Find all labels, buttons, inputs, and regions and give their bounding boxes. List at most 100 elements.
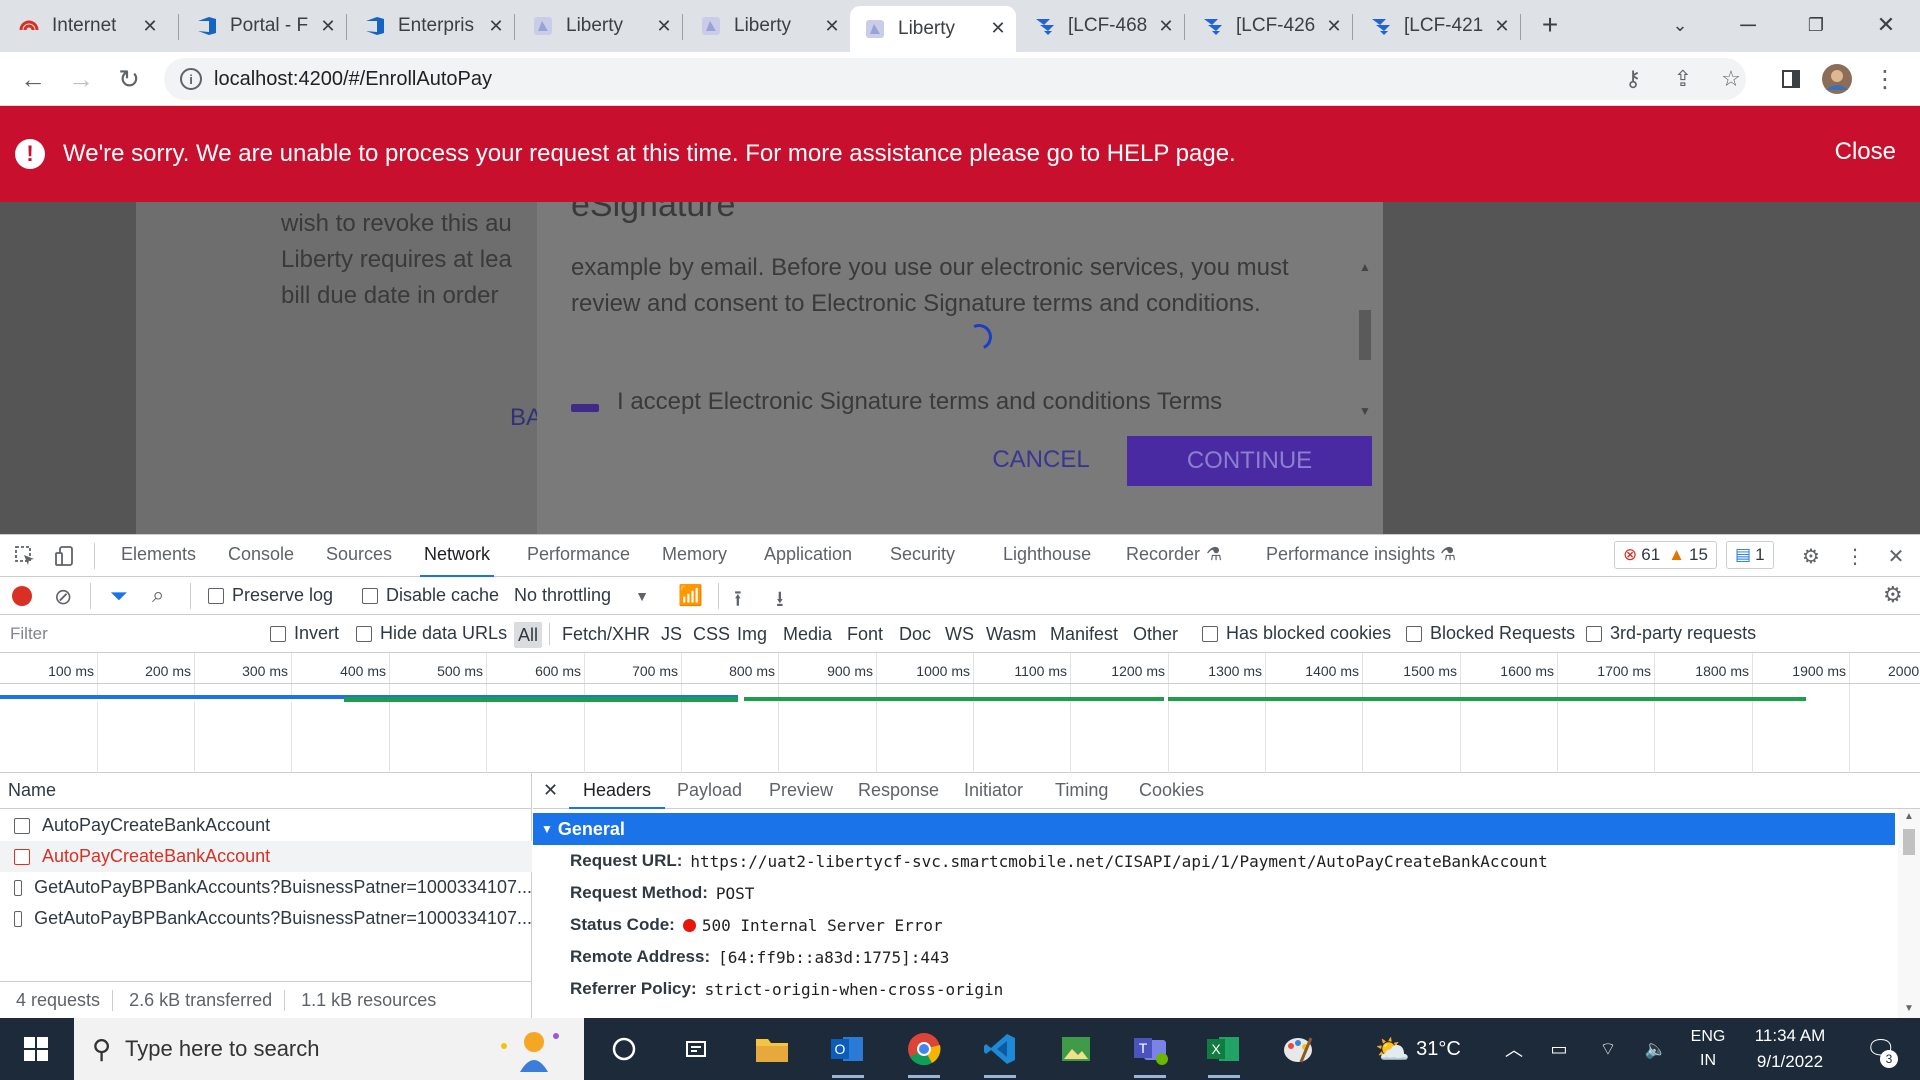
filter-type-wasm[interactable]: Wasm (986, 624, 1036, 645)
close-icon[interactable]: ✕ (1490, 14, 1514, 38)
terms-checkbox-row[interactable]: I accept Electronic Signature terms and … (571, 388, 1222, 416)
disable-cache-checkbox[interactable]: Disable cache (362, 585, 499, 606)
restore-button[interactable]: ❐ (1796, 10, 1836, 40)
outlook-icon[interactable]: O (820, 1026, 876, 1078)
devtools-tab-application[interactable]: Application (764, 544, 852, 565)
browser-tab[interactable]: [LCF-468 ✕ (1034, 6, 1184, 46)
cancel-button[interactable]: CANCEL (941, 436, 1141, 484)
address-bar[interactable]: i localhost:4200/#/EnrollAutoPay (164, 58, 1746, 100)
filter-type-font[interactable]: Font (847, 624, 883, 645)
filter-type-all[interactable]: All (514, 622, 543, 648)
devtools-close-icon[interactable]: ✕ (1883, 543, 1909, 569)
tab-headers[interactable]: Headers (568, 780, 666, 809)
general-section-header[interactable]: ▼ General (533, 813, 1895, 845)
browser-tab[interactable]: Liberty ✕ (532, 6, 682, 46)
close-icon[interactable]: ✕ (652, 14, 676, 38)
notification-center-button[interactable]: 🗨 3 (1856, 1018, 1906, 1080)
tab-search-chevron-icon[interactable]: ⌄ (1660, 10, 1700, 40)
show-hidden-icons-chevron-icon[interactable]: ︿ (1500, 1018, 1528, 1080)
blocked-requests-checkbox[interactable]: Blocked Requests (1406, 623, 1575, 644)
close-icon[interactable]: ✕ (1322, 14, 1346, 38)
checkbox[interactable] (362, 587, 378, 604)
language-indicator[interactable]: ENG IN (1686, 1018, 1730, 1080)
browser-tab[interactable]: Portal - F ✕ (196, 6, 346, 46)
more-menu-icon[interactable]: ⋮ (1870, 64, 1900, 94)
filter-icon[interactable]: ⏷ (110, 583, 128, 609)
tab-timing[interactable]: Timing (1055, 780, 1108, 801)
share-icon[interactable]: ⇪ (1668, 64, 1698, 94)
scroll-up-arrow-icon[interactable]: ▲ (1359, 260, 1371, 274)
teams-icon[interactable]: T (1122, 1026, 1178, 1078)
device-toolbar-icon[interactable] (52, 543, 78, 569)
clear-icon[interactable]: ⊘ (54, 584, 72, 610)
tab-initiator[interactable]: Initiator (964, 780, 1023, 801)
filter-type-ws[interactable]: WS (945, 624, 974, 645)
scrollbar-thumb[interactable] (1359, 310, 1371, 360)
scroll-down-arrow-icon[interactable]: ▼ (1359, 404, 1371, 418)
table-row[interactable]: GetAutoPayBPBankAccounts?BuisnessPatner=… (0, 903, 532, 934)
site-info-icon[interactable]: i (180, 68, 202, 90)
has-blocked-cookies-checkbox[interactable]: Has blocked cookies (1202, 623, 1391, 644)
hide-data-urls-checkbox[interactable]: Hide data URLs (356, 623, 507, 644)
forward-button[interactable]: → (64, 62, 98, 96)
taskbar-search-box[interactable]: ⚲ Type here to search (74, 1018, 584, 1080)
minimize-button[interactable]: ─ (1728, 10, 1768, 40)
browser-tab[interactable]: [LCF-426 ✕ (1202, 6, 1352, 46)
start-button[interactable] (0, 1018, 72, 1080)
close-icon[interactable]: ✕ (820, 14, 844, 38)
widgets-icon[interactable] (668, 1026, 724, 1072)
scroll-up-arrow-icon[interactable]: ▲ (1904, 811, 1914, 822)
devtools-tab-lighthouse[interactable]: Lighthouse (1003, 544, 1091, 565)
close-icon[interactable]: ✕ (484, 14, 508, 38)
tab-response[interactable]: Response (858, 780, 939, 801)
devtools-tab-performance-insights[interactable]: Performance insights (1266, 544, 1435, 565)
chrome-icon[interactable] (896, 1026, 952, 1078)
close-icon[interactable]: ✕ (986, 16, 1010, 40)
scrollbar-thumb[interactable] (1903, 829, 1915, 855)
task-view-icon[interactable] (596, 1026, 652, 1072)
close-icon[interactable]: ✕ (1154, 14, 1178, 38)
devtools-tab-network[interactable]: Network (419, 544, 495, 577)
search-icon[interactable]: ⌕ (152, 582, 164, 608)
network-conditions-icon[interactable]: 📶 (678, 583, 703, 608)
avatar[interactable] (1822, 64, 1852, 94)
filter-type-media[interactable]: Media (783, 624, 832, 645)
devtools-tab-sources[interactable]: Sources (326, 544, 392, 565)
messages-counter[interactable]: ▤ 1 (1726, 541, 1774, 569)
close-icon[interactable]: ✕ (138, 14, 162, 38)
bookmark-star-icon[interactable]: ☆ (1716, 64, 1746, 94)
window-close-button[interactable]: ✕ (1866, 10, 1906, 40)
network-overview-timeline[interactable]: 100 ms 200 ms 300 ms 400 ms 500 ms 600 m… (0, 653, 1920, 773)
excel-icon[interactable]: X (1196, 1026, 1252, 1078)
filter-type-css[interactable]: CSS (693, 624, 730, 645)
checkbox[interactable] (270, 625, 286, 642)
browser-tab-active[interactable]: Liberty ✕ (850, 6, 1016, 52)
checkbox[interactable] (1406, 625, 1422, 642)
filter-type-manifest[interactable]: Manifest (1050, 624, 1118, 645)
tab-cookies[interactable]: Cookies (1139, 780, 1204, 801)
table-row[interactable]: GetAutoPayBPBankAccounts?BuisnessPatner=… (0, 872, 532, 903)
browser-tab[interactable]: Enterpris ✕ (364, 6, 514, 46)
continue-button[interactable]: CONTINUE (1127, 436, 1372, 486)
browser-tab[interactable]: Internet ✕ (18, 6, 168, 46)
checkbox[interactable] (356, 625, 372, 642)
table-row-selected[interactable]: AutoPayCreateBankAccount (0, 841, 532, 872)
scroll-down-arrow-icon[interactable]: ▼ (1904, 1003, 1914, 1014)
devtools-tab-performance[interactable]: Performance (527, 544, 630, 565)
devtools-tab-security[interactable]: Security (890, 544, 955, 565)
devtools-tab-memory[interactable]: Memory (662, 544, 727, 565)
tab-payload[interactable]: Payload (677, 780, 742, 801)
side-panel-icon[interactable] (1776, 64, 1806, 94)
close-detail-icon[interactable]: ✕ (543, 780, 558, 801)
volume-icon[interactable]: 🔈 (1642, 1018, 1670, 1080)
modal-scrollbar[interactable]: ▲ ▼ (1355, 260, 1375, 420)
new-tab-button[interactable]: + (1530, 9, 1570, 40)
settings-gear-icon[interactable]: ⚙ (1798, 543, 1824, 569)
wifi-icon[interactable]: ⌔ (1594, 1018, 1622, 1080)
invert-checkbox[interactable]: Invert (270, 623, 339, 644)
devtools-tab-recorder[interactable]: Recorder (1126, 544, 1200, 565)
devtools-tab-console[interactable]: Console (228, 544, 294, 565)
column-header-name[interactable]: Name (0, 773, 532, 809)
network-settings-gear-icon[interactable]: ⚙ (1883, 582, 1903, 608)
preserve-log-checkbox[interactable]: Preserve log (208, 585, 333, 606)
